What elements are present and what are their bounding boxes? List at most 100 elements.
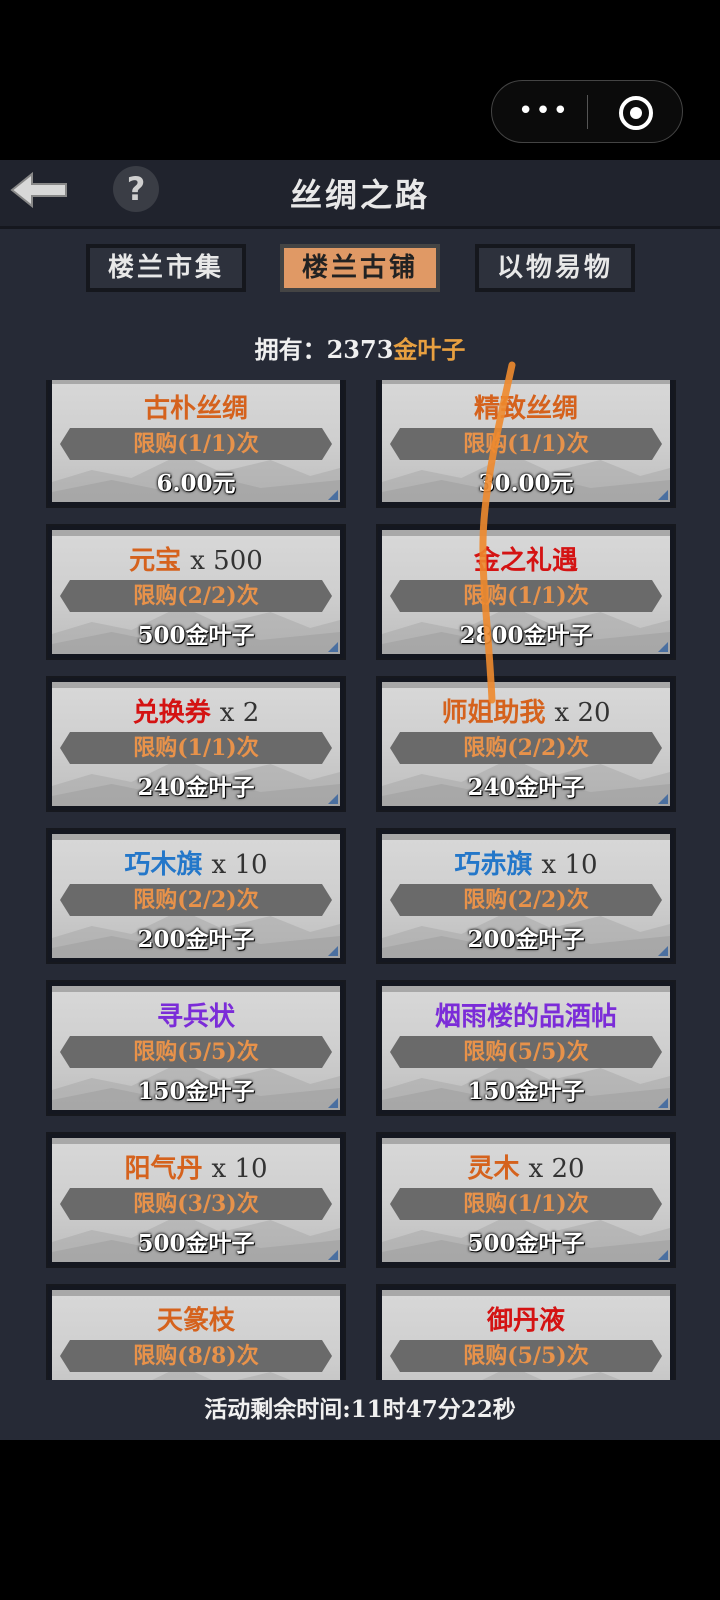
item-price: 500金叶子 xyxy=(137,1230,255,1257)
tab-loulan-shop[interactable]: 楼兰古铺 xyxy=(280,244,440,292)
header: ? 丝绸之路 xyxy=(0,160,720,229)
item-title: 寻兵状 xyxy=(156,1002,235,1032)
shop-item-card[interactable]: 师姐助我 x 20 限购(2/2)次 240金叶子 xyxy=(376,676,676,812)
item-title: 金之礼遇 xyxy=(473,546,578,576)
item-name: 寻兵状 xyxy=(52,1002,340,1032)
card-background: 金之礼遇 限购(1/1)次 2800金叶子 xyxy=(382,530,670,654)
item-title: 巧木旗 xyxy=(124,850,203,880)
shop-item-card[interactable]: 天篆枝 限购(8/8)次 xyxy=(46,1284,346,1380)
item-price: 2800金叶子 xyxy=(459,622,593,649)
item-title: 巧赤旗 xyxy=(454,850,533,880)
item-name: 烟雨楼的品酒帖 xyxy=(382,1002,670,1032)
card-background: 古朴丝绸 限购(1/1)次 6.00元 xyxy=(52,380,340,502)
item-quantity: x 20 xyxy=(528,1154,585,1184)
shop-item-card[interactable]: 金之礼遇 限购(1/1)次 2800金叶子 xyxy=(376,524,676,660)
item-title: 烟雨楼的品酒帖 xyxy=(434,1002,617,1032)
corner-mark xyxy=(658,490,668,500)
item-title: 御丹液 xyxy=(486,1306,565,1336)
shop-item-card[interactable]: 古朴丝绸 限购(1/1)次 6.00元 xyxy=(46,380,346,508)
item-quantity: x 10 xyxy=(541,850,598,880)
card-background: 巧赤旗 x 10 限购(2/2)次 200金叶子 xyxy=(382,834,670,958)
item-name: 金之礼遇 xyxy=(382,546,670,576)
item-price: 150金叶子 xyxy=(467,1078,585,1105)
card-background: 兑换券 x 2 限购(1/1)次 240金叶子 xyxy=(52,682,340,806)
item-name: 巧赤旗 x 10 xyxy=(382,850,670,880)
shop-item-card[interactable]: 元宝 x 500 限购(2/2)次 500金叶子 xyxy=(46,524,346,660)
item-name: 御丹液 xyxy=(382,1306,670,1336)
tab-barter[interactable]: 以物易物 xyxy=(475,244,635,292)
purchase-limit: 限购(2/2)次 xyxy=(463,735,589,761)
item-name: 兑换券 x 2 xyxy=(52,698,340,728)
purchase-limit: 限购(1/1)次 xyxy=(463,583,589,609)
item-title: 元宝 xyxy=(129,546,182,576)
balance-amount: 2373 xyxy=(326,335,394,364)
item-quantity: x 2 xyxy=(219,698,260,728)
purchase-limit: 限购(2/2)次 xyxy=(133,887,259,913)
item-name: 精致丝绸 xyxy=(382,394,670,424)
item-name: 师姐助我 x 20 xyxy=(382,698,670,728)
corner-mark xyxy=(658,946,668,956)
shop-item-list[interactable]: 古朴丝绸 限购(1/1)次 6.00元 精致丝绸 限购(1/1)次 30.00元 元宝 … xyxy=(0,380,720,1380)
miniprogram-capsule: ••• xyxy=(491,80,683,143)
item-title: 精致丝绸 xyxy=(473,394,578,424)
card-background: 灵木 x 20 限购(1/1)次 500金叶子 xyxy=(382,1138,670,1262)
card-background: 巧木旗 x 10 限购(2/2)次 200金叶子 xyxy=(52,834,340,958)
purchase-limit: 限购(3/3)次 xyxy=(133,1191,259,1217)
item-name: 巧木旗 x 10 xyxy=(52,850,340,880)
shop-item-card[interactable]: 兑换券 x 2 限购(1/1)次 240金叶子 xyxy=(46,676,346,812)
item-quantity: x 500 xyxy=(190,546,263,576)
shop-item-card[interactable]: 灵木 x 20 限购(1/1)次 500金叶子 xyxy=(376,1132,676,1268)
purchase-limit: 限购(5/5)次 xyxy=(463,1343,589,1369)
item-title: 灵木 xyxy=(467,1154,520,1184)
item-title: 古朴丝绸 xyxy=(143,394,248,424)
shop-item-card[interactable]: 御丹液 限购(5/5)次 xyxy=(376,1284,676,1380)
balance-label: 拥有： xyxy=(254,335,327,364)
item-price: 500金叶子 xyxy=(467,1230,585,1257)
status-area: ••• xyxy=(0,0,720,160)
shop-screen: ? 丝绸之路 楼兰市集 楼兰古铺 以物易物 拥有：2373金叶子 古朴丝绸 限购… xyxy=(0,160,720,1440)
balance-currency: 金叶子 xyxy=(393,335,466,364)
tab-loulan-market[interactable]: 楼兰市集 xyxy=(86,244,246,292)
shop-item-card[interactable]: 寻兵状 限购(5/5)次 150金叶子 xyxy=(46,980,346,1116)
shop-item-card[interactable]: 烟雨楼的品酒帖 限购(5/5)次 150金叶子 xyxy=(376,980,676,1116)
corner-mark xyxy=(328,1098,338,1108)
item-quantity: x 20 xyxy=(554,698,611,728)
item-price: 200金叶子 xyxy=(467,926,585,953)
card-background: 寻兵状 限购(5/5)次 150金叶子 xyxy=(52,986,340,1110)
corner-mark xyxy=(328,642,338,652)
shop-item-card[interactable]: 阳气丹 x 10 限购(3/3)次 500金叶子 xyxy=(46,1132,346,1268)
shop-item-card[interactable]: 精致丝绸 限购(1/1)次 30.00元 xyxy=(376,380,676,508)
card-background: 阳气丹 x 10 限购(3/3)次 500金叶子 xyxy=(52,1138,340,1262)
ellipsis-icon[interactable]: ••• xyxy=(518,98,570,124)
item-price: 500金叶子 xyxy=(137,622,255,649)
item-quantity: x 10 xyxy=(211,850,268,880)
item-title: 师姐助我 xyxy=(441,698,546,728)
target-icon[interactable] xyxy=(619,96,653,130)
shop-item-card[interactable]: 巧木旗 x 10 限购(2/2)次 200金叶子 xyxy=(46,828,346,964)
corner-mark xyxy=(658,642,668,652)
corner-mark xyxy=(658,1098,668,1108)
purchase-limit: 限购(5/5)次 xyxy=(133,1039,259,1065)
item-price: 150金叶子 xyxy=(137,1078,255,1105)
purchase-limit: 限购(2/2)次 xyxy=(133,583,259,609)
item-quantity: x 10 xyxy=(211,1154,268,1184)
capsule-divider xyxy=(587,95,588,129)
corner-mark xyxy=(328,490,338,500)
item-name: 元宝 x 500 xyxy=(52,546,340,576)
item-title: 天篆枝 xyxy=(156,1306,235,1336)
corner-mark xyxy=(328,794,338,804)
item-name: 天篆枝 xyxy=(52,1306,340,1336)
item-price: 200金叶子 xyxy=(137,926,255,953)
shop-item-card[interactable]: 巧赤旗 x 10 限购(2/2)次 200金叶子 xyxy=(376,828,676,964)
corner-mark xyxy=(328,946,338,956)
event-countdown: 活动剩余时间:11时47分22秒 xyxy=(0,1380,720,1440)
purchase-limit: 限购(2/2)次 xyxy=(463,887,589,913)
corner-mark xyxy=(658,1250,668,1260)
item-price: 6.00元 xyxy=(156,470,236,497)
item-name: 阳气丹 x 10 xyxy=(52,1154,340,1184)
purchase-limit: 限购(1/1)次 xyxy=(463,431,589,457)
item-name: 灵木 x 20 xyxy=(382,1154,670,1184)
card-background: 元宝 x 500 限购(2/2)次 500金叶子 xyxy=(52,530,340,654)
item-name: 古朴丝绸 xyxy=(52,394,340,424)
purchase-limit: 限购(5/5)次 xyxy=(463,1039,589,1065)
